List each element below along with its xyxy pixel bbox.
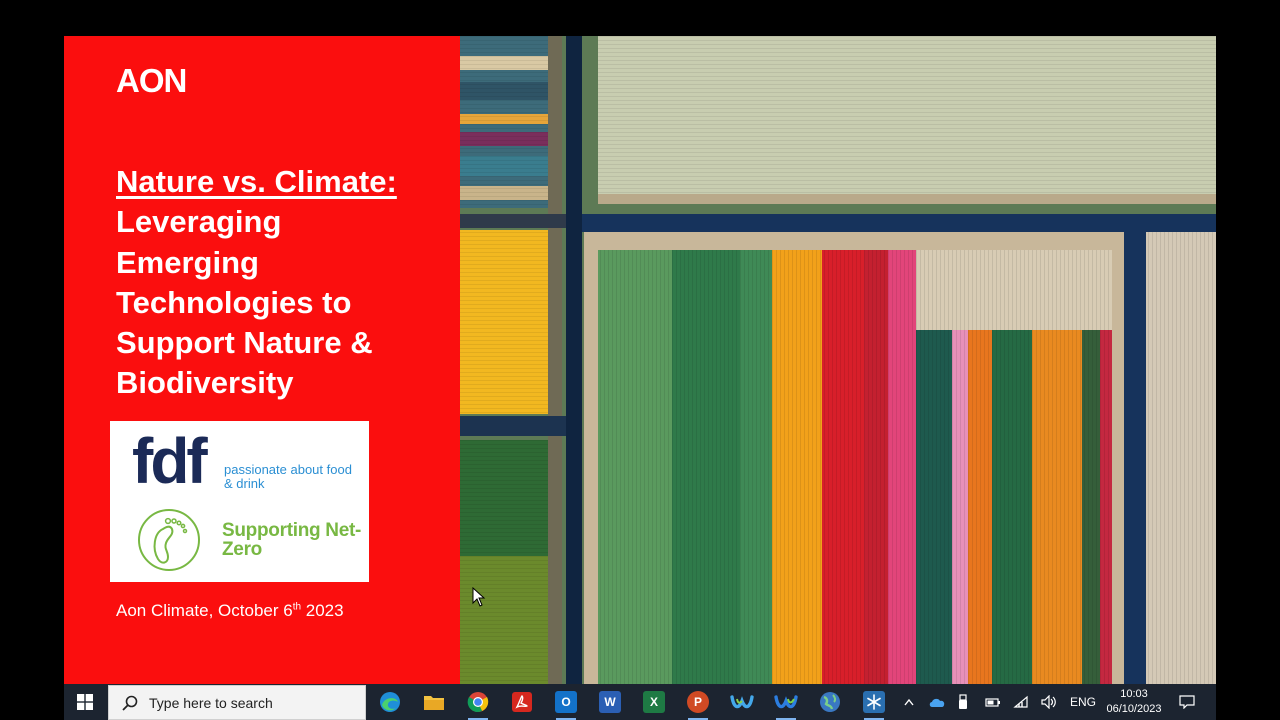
search-placeholder: Type here to search [149, 694, 273, 711]
start-button[interactable] [64, 684, 106, 720]
presentation-slide: AON Nature vs. Climate: Leveraging Emerg… [64, 36, 1216, 684]
taskbar-app-webex-meetings[interactable] [766, 684, 806, 720]
battery-icon [985, 698, 1000, 707]
taskbar-app-file-explorer[interactable] [414, 684, 454, 720]
fdf-wordmark: fdf [132, 425, 208, 497]
outlook-icon: O [555, 691, 577, 713]
taskbar-app-powerpoint[interactable]: P [678, 684, 718, 720]
fdf-logo-card: fdf passionate about food & drink Suppor… [110, 421, 369, 582]
taskbar-app-webex[interactable] [722, 684, 762, 720]
acrobat-icon [512, 692, 532, 712]
taskbar-app-edge[interactable] [370, 684, 410, 720]
title-line-underlined: Nature vs. Climate: [116, 164, 397, 199]
wifi-icon [1013, 695, 1028, 708]
title-line: Emerging [116, 244, 259, 280]
fdf-tagline: passionate about food & drink [224, 462, 352, 491]
search-icon [122, 695, 138, 711]
footprint-icon [138, 509, 200, 571]
folder-icon [424, 696, 444, 710]
taskbar-app-word[interactable]: W [590, 684, 630, 720]
presentation-date: Aon Climate, October 6th 2023 [116, 601, 344, 620]
show-hidden-icons-button[interactable] [898, 684, 920, 720]
chrome-icon [467, 692, 489, 712]
aerial-tulip-fields-photo [460, 36, 1216, 684]
taskbar-search-box[interactable]: Type here to search [108, 685, 366, 720]
title-line: Technologies to [116, 284, 352, 320]
webex-meetings-icon [774, 695, 798, 709]
snowflake-icon [863, 691, 885, 713]
mouse-cursor-icon [472, 587, 486, 607]
globe-icon [820, 692, 840, 712]
usb-drive-icon [959, 694, 967, 709]
windows-taskbar: Type here to search O W X P ENG 10:03 06… [64, 684, 1216, 720]
title-line: Biodiversity [116, 365, 294, 401]
supporting-net-zero-text: Supporting Net-Zero [222, 520, 362, 560]
title-line: Leveraging [116, 204, 282, 240]
tray-battery[interactable] [982, 684, 1004, 720]
taskbar-app-chrome[interactable] [458, 684, 498, 720]
webex-icon [730, 695, 754, 709]
aon-logo: AON [116, 62, 187, 99]
taskbar-app-browser[interactable] [810, 684, 850, 720]
tray-volume[interactable] [1036, 684, 1062, 720]
taskbar-app-outlook[interactable]: O [546, 684, 586, 720]
tray-onedrive[interactable] [924, 684, 950, 720]
title-panel: AON Nature vs. Climate: Leveraging Emerg… [64, 36, 460, 684]
clock-time: 10:03 [1120, 688, 1148, 700]
tray-wifi[interactable] [1010, 684, 1032, 720]
edge-icon [380, 692, 400, 712]
word-icon: W [599, 691, 621, 713]
speaker-icon [1041, 695, 1056, 709]
excel-icon: X [643, 691, 665, 713]
taskbar-app-excel[interactable]: X [634, 684, 674, 720]
clock-date: 06/10/2023 [1106, 703, 1162, 715]
taskbar-app-acrobat[interactable] [502, 684, 542, 720]
notification-icon [1179, 695, 1195, 709]
taskbar-app-snowflake[interactable] [854, 684, 894, 720]
tray-language[interactable]: ENG [1066, 684, 1100, 720]
cloud-icon [929, 698, 945, 707]
tray-usb[interactable] [952, 684, 974, 720]
chevron-up-icon [904, 698, 914, 706]
tray-clock[interactable]: 10:03 06/10/2023 [1100, 687, 1168, 717]
windows-logo-icon [77, 694, 93, 710]
notification-center-button[interactable] [1174, 684, 1200, 720]
slide-title: Nature vs. Climate: Leveraging Emerging … [116, 162, 446, 404]
powerpoint-icon: P [687, 691, 709, 713]
title-line: Support Nature & [116, 325, 373, 361]
